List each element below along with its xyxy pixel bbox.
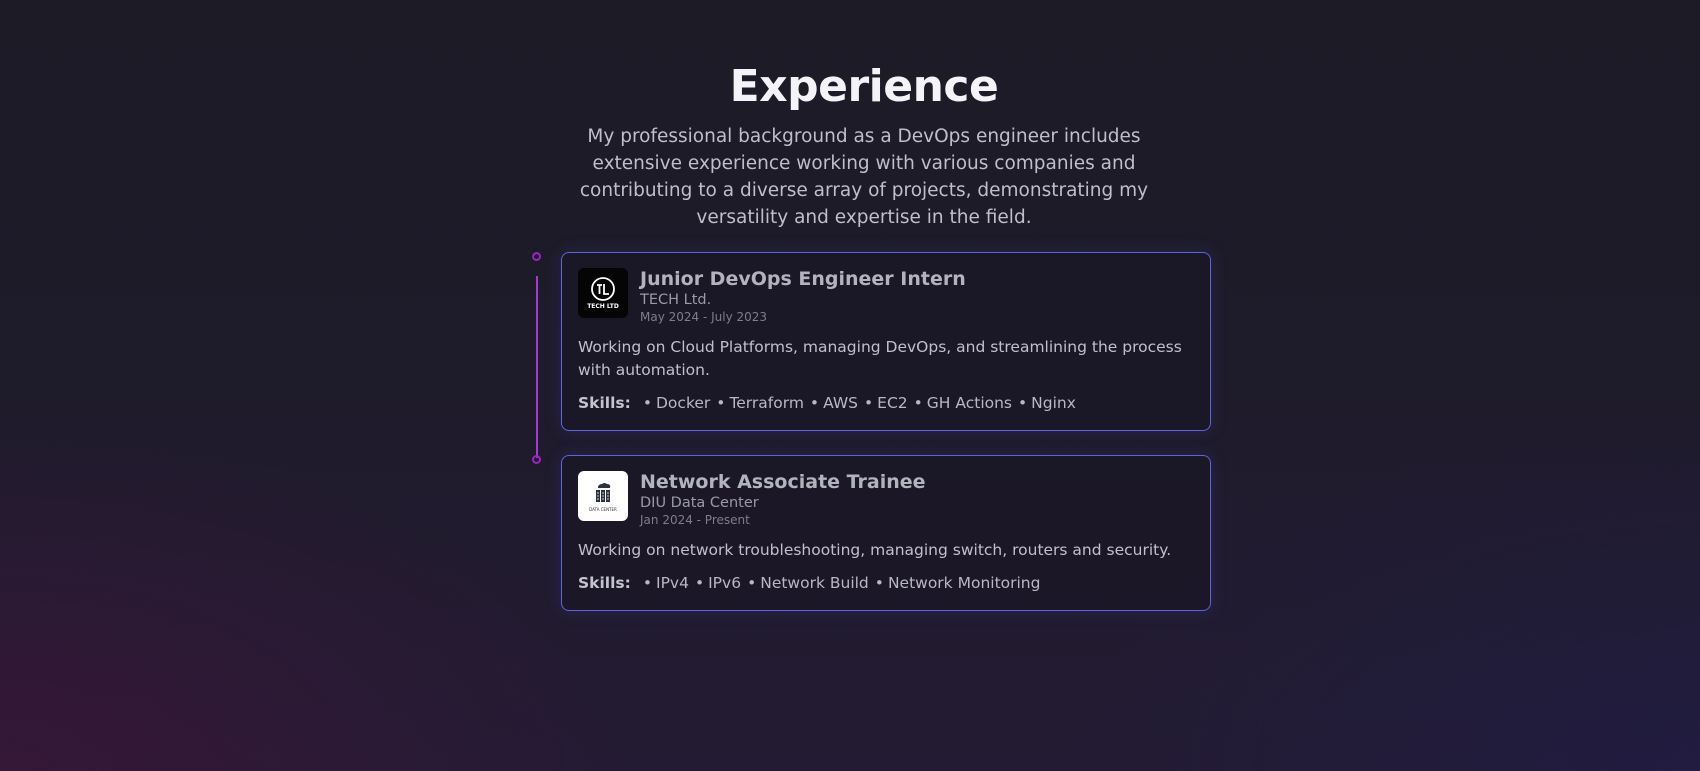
skills-row: Skills: Docker Terraform AWS EC2 GH Acti… xyxy=(578,394,1194,412)
timeline-line xyxy=(536,276,538,458)
skill-tag: Nginx xyxy=(1018,394,1076,412)
skill-tag: Network Monitoring xyxy=(875,574,1041,592)
job-title: Network Associate Trainee xyxy=(640,471,926,493)
experience-card: TECH LTD Junior DevOps Engineer Intern T… xyxy=(561,252,1211,431)
timeline-dot-icon xyxy=(532,455,541,464)
job-title: Junior DevOps Engineer Intern xyxy=(640,268,966,290)
card-heading: Network Associate Trainee DIU Data Cente… xyxy=(640,471,926,527)
company-name: DIU Data Center xyxy=(640,495,759,511)
company-logo: TECH LTD xyxy=(578,268,628,318)
experience-timeline: TECH LTD Junior DevOps Engineer Intern T… xyxy=(528,252,1228,635)
skill-tag: AWS xyxy=(810,394,858,412)
card-header: TECH LTD Junior DevOps Engineer Intern T… xyxy=(578,268,1194,324)
skill-tag: GH Actions xyxy=(914,394,1012,412)
timeline-item: DATA CENTER Network Associate Trainee DI… xyxy=(528,455,1228,611)
company-logo: DATA CENTER xyxy=(578,471,628,521)
skills-row: Skills: IPv4 IPv6 Network Build Network … xyxy=(578,574,1194,592)
data-center-icon xyxy=(596,483,611,502)
job-description: Working on network troubleshooting, mana… xyxy=(578,541,1172,559)
tl-monogram-icon xyxy=(591,277,615,301)
experience-card: DATA CENTER Network Associate Trainee DI… xyxy=(561,455,1211,611)
skill-tag: IPv4 xyxy=(643,574,689,592)
card-header: DATA CENTER Network Associate Trainee DI… xyxy=(578,471,1194,527)
company-name: TECH Ltd. xyxy=(640,292,712,308)
timeline-dot-icon xyxy=(532,252,541,261)
company-logo-text: DATA CENTER xyxy=(589,507,617,512)
skill-tag: Docker xyxy=(643,394,710,412)
skill-tag: Network Build xyxy=(747,574,869,592)
card-heading: Junior DevOps Engineer Intern TECH Ltd. … xyxy=(640,268,966,324)
company-logo-text: TECH LTD xyxy=(587,303,619,310)
page-title: Experience xyxy=(729,61,999,113)
skill-tag: EC2 xyxy=(864,394,907,412)
skill-tag: Terraform xyxy=(716,394,803,412)
employment-dates: Jan 2024 - Present xyxy=(640,513,750,527)
job-description: Working on Cloud Platforms, managing Dev… xyxy=(578,338,1182,379)
skills-label: Skills: xyxy=(578,574,631,592)
skills-label: Skills: xyxy=(578,394,631,412)
employment-dates: May 2024 - July 2023 xyxy=(640,310,768,324)
skill-tag: IPv6 xyxy=(695,574,741,592)
timeline-item: TECH LTD Junior DevOps Engineer Intern T… xyxy=(528,252,1228,458)
section-intro: My professional background as a DevOps e… xyxy=(579,125,1149,228)
